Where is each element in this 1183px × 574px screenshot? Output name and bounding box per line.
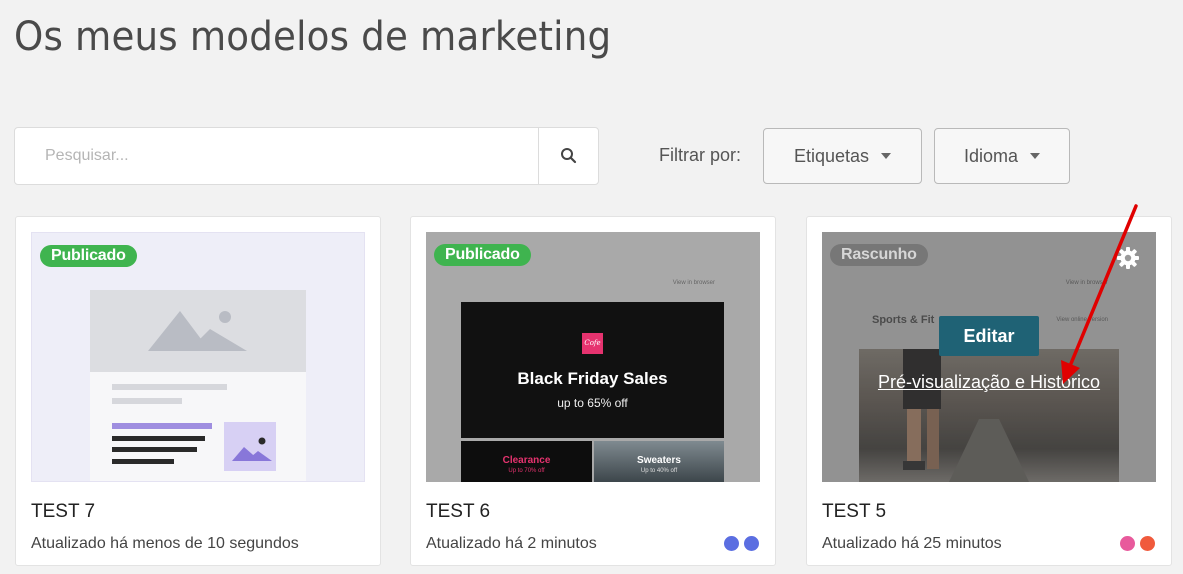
chevron-down-icon <box>1030 153 1041 159</box>
template-card-test-6[interactable]: View in browser Cofe Black Friday Sales … <box>410 216 776 566</box>
tile-left-title: Clearance <box>502 455 551 466</box>
language-dot <box>1140 536 1155 551</box>
edit-button[interactable]: Editar <box>939 316 1039 356</box>
template-thumbnail[interactable]: View in browser Cofe Black Friday Sales … <box>426 232 760 482</box>
placeholder-email-image <box>90 290 306 481</box>
language-dot <box>724 536 739 551</box>
language-dot <box>1120 536 1135 551</box>
preview-hero: Cofe Black Friday Sales up to 65% off <box>461 302 724 438</box>
updated-time: Atualizado há 25 minutos <box>822 535 1002 552</box>
updated-time: Atualizado há 2 minutos <box>426 535 597 552</box>
language-dots <box>724 536 759 551</box>
brand-logo: Cofe <box>582 333 603 354</box>
search-input[interactable] <box>15 128 541 184</box>
language-dots <box>1120 536 1155 551</box>
preview-history-link[interactable]: Pré-visualização e Histórico <box>822 372 1156 393</box>
tags-dropdown[interactable]: Etiquetas <box>763 128 922 184</box>
tile-right-title: Sweaters <box>637 455 681 466</box>
page-title: Os meus modelos de marketing <box>14 14 612 60</box>
filter-label: Filtrar por: <box>659 145 742 165</box>
hero-headline: Black Friday Sales <box>517 369 668 388</box>
language-dot <box>744 536 759 551</box>
search-box <box>14 127 599 185</box>
template-thumbnail[interactable]: Publicado <box>31 232 365 482</box>
chevron-down-icon <box>881 153 892 159</box>
hero-subline: up to 65% off <box>557 396 628 410</box>
search-icon <box>560 148 576 164</box>
tags-dropdown-label: Etiquetas <box>793 145 870 166</box>
search-button[interactable] <box>538 128 598 184</box>
hover-overlay <box>822 232 1156 482</box>
template-name: TEST 6 <box>426 501 491 522</box>
gear-icon[interactable] <box>1116 246 1140 270</box>
language-dropdown[interactable]: Idioma <box>934 128 1070 184</box>
template-card-test-5[interactable]: View in browser Sports & Fit View online… <box>806 216 1172 566</box>
updated-time: Atualizado há menos de 10 segundos <box>31 535 299 552</box>
status-badge: Publicado <box>40 245 137 267</box>
template-name: TEST 5 <box>822 501 887 522</box>
status-badge: Rascunho <box>830 244 928 266</box>
tile-left-sub: Up to 70% off <box>508 468 545 474</box>
status-badge: Publicado <box>434 244 531 266</box>
template-thumbnail[interactable]: View in browser Sports & Fit View online… <box>822 232 1156 482</box>
view-in-browser-text: View in browser <box>672 280 715 286</box>
preview-tile-right: Sweaters Up to 40% off <box>594 441 724 482</box>
tile-right-sub: Up to 40% off <box>640 468 678 474</box>
language-dropdown-label: Idioma <box>963 145 1019 166</box>
template-card-test-7[interactable]: Publicado TEST 7 Atualizado há menos de … <box>15 216 381 566</box>
template-name: TEST 7 <box>31 501 96 522</box>
preview-tile-left: Clearance Up to 70% off <box>461 441 592 482</box>
